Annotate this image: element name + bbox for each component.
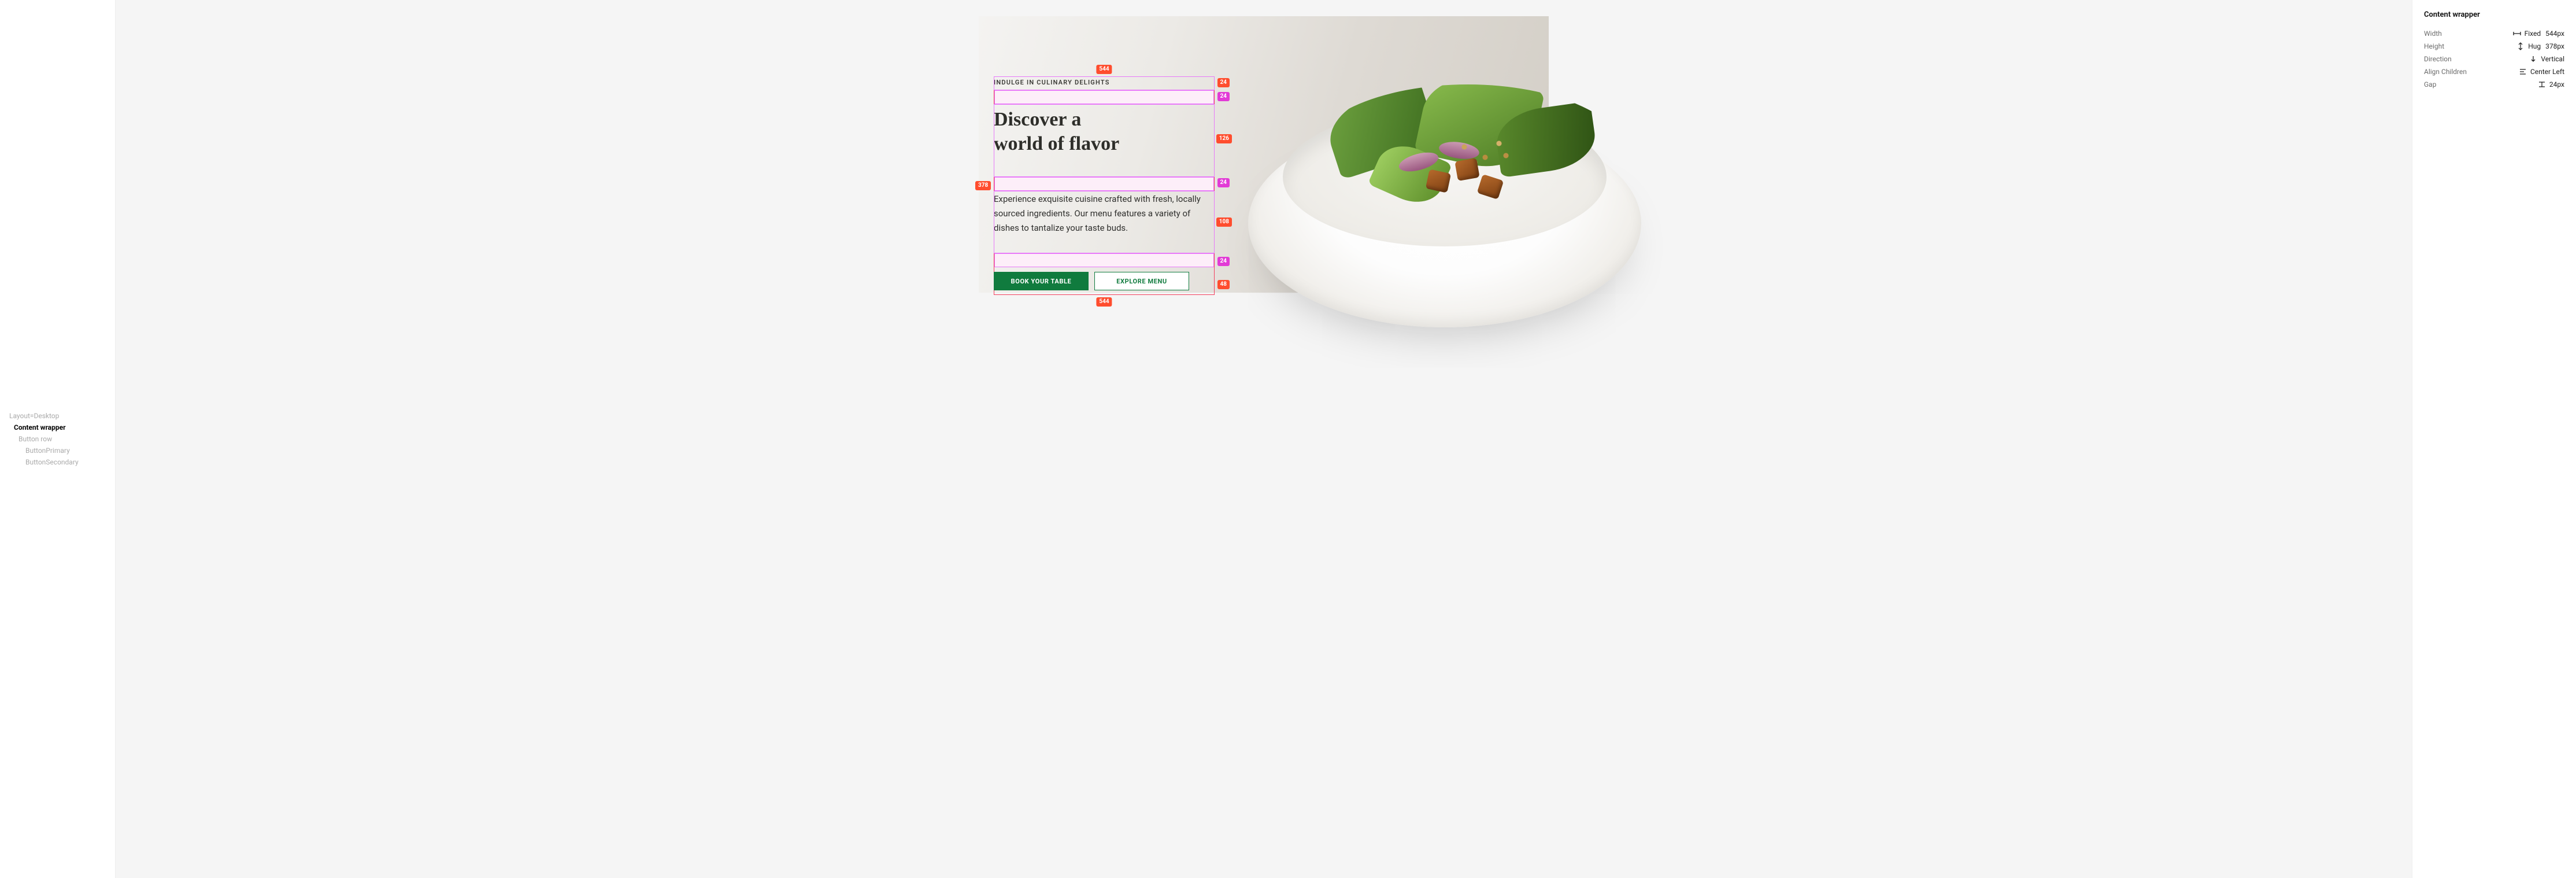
canvas[interactable]: 544 544 378 24 24 126 24 108 24 48 INDUL… [116,0,2412,878]
measure-row-buttons: 48 [1217,280,1230,289]
measure-height-left: 378 [975,181,991,190]
gap-indicator-1 [994,90,1214,104]
measure-width-bottom: 544 [1096,297,1112,307]
measure-row-body: 108 [1216,217,1232,227]
prop-direction-value: Vertical [2541,55,2564,63]
direction-icon [2529,55,2537,63]
prop-height[interactable]: Height Hug 378px [2424,40,2564,53]
hero-image [1248,84,1641,327]
prop-gap-label: Gap [2424,80,2436,88]
gap-indicator-3 [994,253,1214,267]
gap-icon [2538,80,2546,88]
headline-line-2: world of flavor [994,133,1119,154]
prop-gap[interactable]: Gap 24px [2424,78,2564,91]
prop-height-value: 378px [2545,42,2564,50]
width-icon [2513,29,2521,38]
eyebrow-text: INDULGE IN CULINARY DELIGHTS [994,76,1215,88]
body-block: Experience exquisite cuisine crafted wit… [994,191,1215,253]
height-icon [2516,42,2525,50]
measure-gap-1: 24 [1217,92,1230,101]
layer-button-primary[interactable]: ButtonPrimary [0,445,115,456]
headline-text: Discover a world of flavor [994,104,1215,160]
body-text: Experience exquisite cuisine crafted wit… [994,191,1215,237]
layer-content-wrapper[interactable]: Content wrapper [0,422,115,433]
layers-panel: Layout=Desktop Content wrapper Button ro… [0,0,116,878]
book-table-button[interactable]: BOOK YOUR TABLE [994,272,1089,290]
prop-width-mode: Fixed [2525,29,2541,38]
layer-button-secondary[interactable]: ButtonSecondary [0,456,115,468]
content-wrapper-selection[interactable]: 544 544 378 24 24 126 24 108 24 48 INDUL… [994,76,1215,295]
align-icon [2519,68,2527,76]
desktop-frame[interactable]: 544 544 378 24 24 126 24 108 24 48 INDUL… [979,16,1549,293]
prop-align[interactable]: Align Children Center Left [2424,65,2564,78]
prop-align-label: Align Children [2424,68,2467,76]
measure-row-headline: 126 [1216,134,1232,143]
prop-direction[interactable]: Direction Vertical [2424,53,2564,65]
button-row: BOOK YOUR TABLE EXPLORE MENU [994,267,1215,286]
layer-button-row[interactable]: Button row [0,433,115,445]
button-row-block: BOOK YOUR TABLE EXPLORE MENU [994,267,1215,295]
measure-gap-3: 24 [1217,257,1230,266]
layer-root[interactable]: Layout=Desktop [0,410,115,422]
eyebrow-block: INDULGE IN CULINARY DELIGHTS [994,76,1215,90]
inspector-panel: Content wrapper Width Fixed 544px Height… [2412,0,2576,878]
headline-line-1: Discover a [994,109,1081,130]
prop-gap-value: 24px [2549,80,2564,88]
measure-width-top: 544 [1096,65,1112,74]
measure-gap-2: 24 [1217,178,1230,187]
prop-direction-label: Direction [2424,55,2452,63]
prop-width-label: Width [2424,29,2442,38]
prop-height-label: Height [2424,42,2444,50]
app-root: Layout=Desktop Content wrapper Button ro… [0,0,2576,878]
prop-width-value: 544px [2545,29,2564,38]
prop-height-mode: Hug [2528,42,2541,50]
prop-align-value: Center Left [2530,68,2564,76]
prop-width[interactable]: Width Fixed 544px [2424,27,2564,40]
inspector-title: Content wrapper [2424,10,2564,19]
explore-menu-button[interactable]: EXPLORE MENU [1094,272,1189,290]
gap-indicator-2 [994,177,1214,191]
measure-row-eyebrow: 24 [1217,78,1230,87]
headline-block: Discover a world of flavor [994,104,1215,177]
